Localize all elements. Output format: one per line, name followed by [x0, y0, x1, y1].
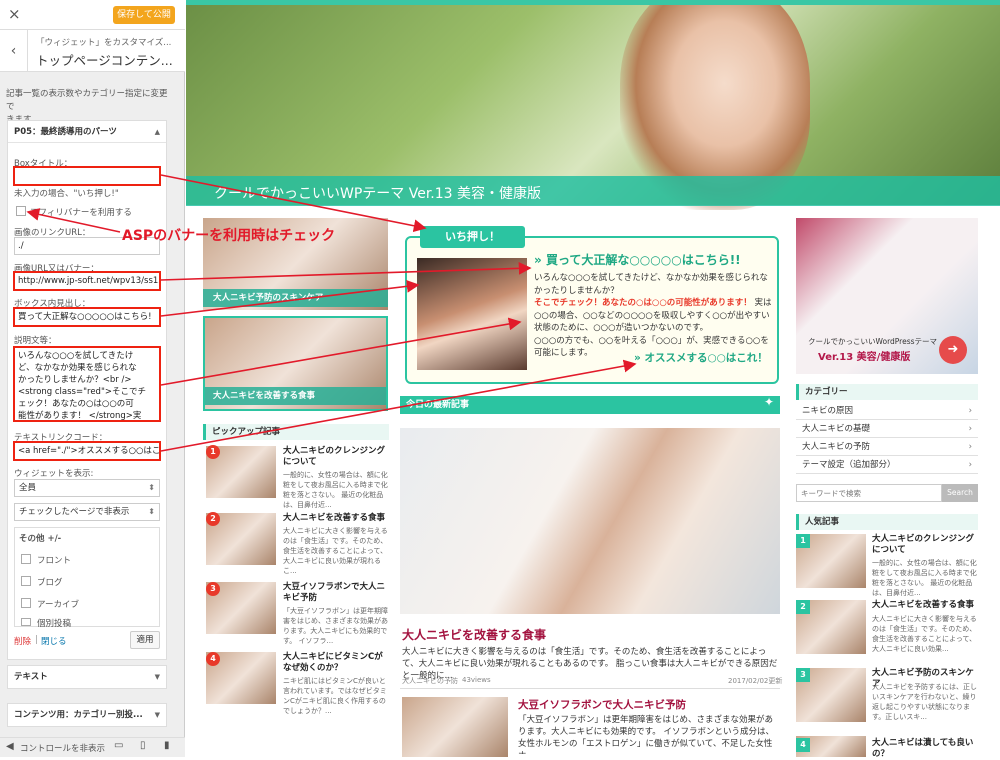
annotation-arrow	[160, 174, 427, 233]
annotation-arrow	[160, 261, 532, 281]
annotation-arrow	[160, 279, 420, 317]
annotation-arrow	[160, 317, 522, 386]
annotation-arrow	[26, 208, 121, 233]
annotation-arrow	[160, 359, 637, 452]
annotation-arrows	[26, 174, 637, 452]
annotation-callout: ASPのバナーを利用時はチェック	[122, 228, 336, 244]
